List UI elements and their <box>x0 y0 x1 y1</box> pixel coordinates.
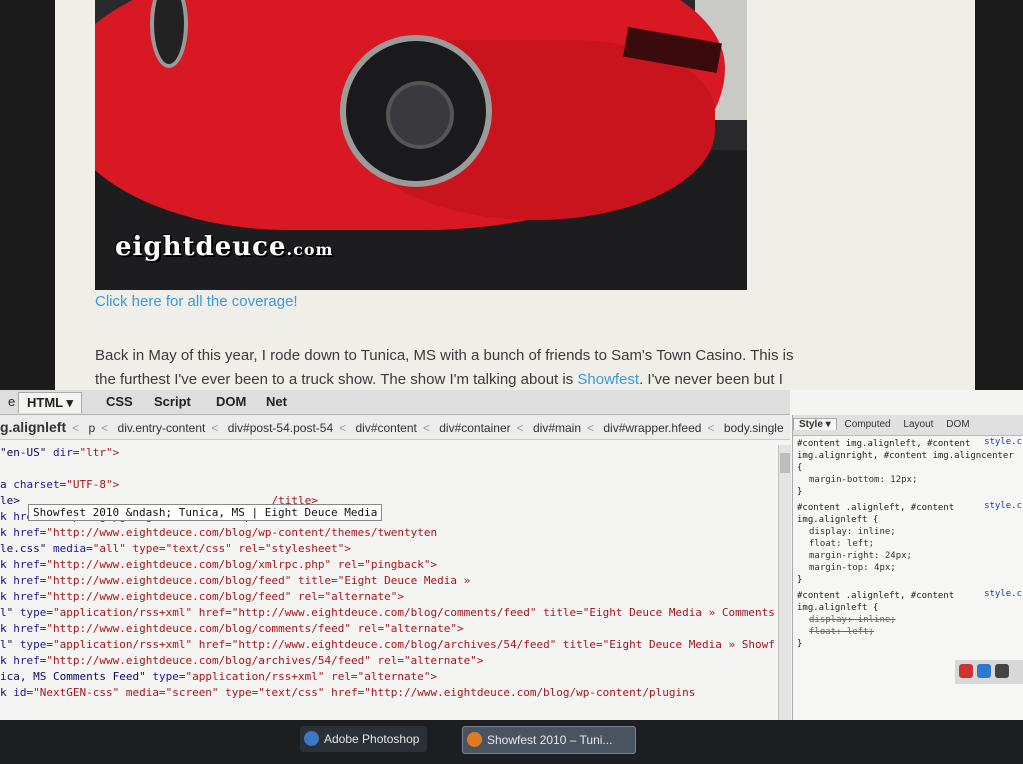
code-line[interactable]: k id="NextGEN-css" media="screen" type="… <box>0 685 775 701</box>
tab-layout[interactable]: Layout <box>898 419 938 430</box>
tab-net[interactable]: Net <box>258 392 295 412</box>
code-line[interactable]: l" type="application/rss+xml" href="http… <box>0 605 775 621</box>
firebug-panel: e HTML ▾ CSS Script DOM Net g.alignleft <… <box>0 390 1023 720</box>
rule-source-link[interactable]: style.c <box>984 500 1022 512</box>
webpage: eightdeuce.com Click here for all the co… <box>55 0 975 392</box>
code-line[interactable]: le.css" media="all" type="text/css" rel=… <box>0 541 775 557</box>
taskbar-item-photoshop[interactable]: Adobe Photoshop <box>300 726 428 752</box>
css-property[interactable]: margin-top: 4px; <box>797 562 1020 574</box>
code-line[interactable]: "en-US" dir="ltr"> <box>0 445 775 461</box>
css-property[interactable]: float: left; <box>797 626 1020 638</box>
code-line[interactable]: a charset="UTF-8"> <box>0 477 775 493</box>
code-line[interactable]: k href="http://www.eightdeuce.com/blog/c… <box>0 621 775 637</box>
html-scrollbar[interactable] <box>778 445 791 720</box>
tab-style-dom[interactable]: DOM <box>941 419 974 430</box>
code-line[interactable]: ica, MS Comments Feed" type="application… <box>0 669 775 685</box>
css-property[interactable]: float: left; <box>797 538 1020 550</box>
crumb-item[interactable]: div#post-54.post-54 <box>228 421 333 435</box>
code-line[interactable]: l" type="application/rss+xml" href="http… <box>0 637 775 653</box>
car-photo: eightdeuce.com <box>95 0 747 290</box>
wheel-image <box>340 35 492 187</box>
code-line[interactable]: k href="http://www.eightdeuce.com/blog/x… <box>0 557 775 573</box>
crumb-item[interactable]: p <box>88 421 95 435</box>
taskbar: Adobe Photoshop Showfest 2010 – Tuni... <box>0 720 1023 764</box>
crumb-item[interactable]: div.entry-content <box>118 421 206 435</box>
taskbar-item-firefox[interactable]: Showfest 2010 – Tuni... <box>462 726 636 754</box>
rule-source-link[interactable]: style.c <box>984 588 1022 600</box>
code-line[interactable]: k href="http://www.eightdeuce.com/blog/a… <box>0 653 775 669</box>
css-rule[interactable]: style.c #content .alignleft, #content img… <box>793 500 1023 588</box>
tray-icon[interactable] <box>959 664 973 678</box>
firebug-tabbar: e HTML ▾ CSS Script DOM Net <box>0 390 790 415</box>
watermark-logo: eightdeuce.com <box>115 232 334 262</box>
title-tooltip: Showfest 2010 &ndash; Tunica, MS | Eight… <box>28 504 383 521</box>
photoshop-icon <box>304 731 319 746</box>
crumb-item[interactable]: div#wrapper.hfeed <box>603 421 701 435</box>
tab-computed[interactable]: Computed <box>839 419 895 430</box>
css-rule[interactable]: style.c #content .alignleft, #content img… <box>793 588 1023 652</box>
firefox-icon <box>467 732 482 747</box>
css-rules-list: style.c #content img.alignleft, #content … <box>793 436 1023 652</box>
crumb-item[interactable]: div#main <box>533 421 581 435</box>
tab-html[interactable]: HTML ▾ <box>18 392 83 413</box>
tab-script[interactable]: Script <box>146 392 199 412</box>
css-property[interactable]: display: inline; <box>797 526 1020 538</box>
crumb-item[interactable]: div#container <box>439 421 510 435</box>
article-paragraph: Back in May of this year, I rode down to… <box>95 347 794 388</box>
coverage-link[interactable]: Click here for all the coverage! <box>95 293 298 310</box>
crumb-item[interactable]: div#content <box>355 421 416 435</box>
code-line[interactable]: k href="http://www.eightdeuce.com/blog/f… <box>0 573 775 589</box>
tab-style[interactable]: Style ▾ <box>793 418 837 430</box>
crumb-current[interactable]: g.alignleft <box>0 419 66 435</box>
css-rule[interactable]: style.c #content img.alignleft, #content … <box>793 436 1023 500</box>
rule-source-link[interactable]: style.c <box>984 436 1022 448</box>
crumb-item[interactable]: body.single <box>724 421 784 435</box>
tray-icon[interactable] <box>977 664 991 678</box>
tab-css[interactable]: CSS <box>98 392 141 412</box>
code-line[interactable] <box>0 461 775 477</box>
css-property[interactable]: margin-bottom: 12px; <box>797 474 1020 486</box>
system-tray <box>955 660 1023 684</box>
code-line[interactable]: k href="http://www.eightdeuce.com/blog/f… <box>0 589 775 605</box>
tray-icon[interactable] <box>995 664 1009 678</box>
css-property[interactable]: display: inline; <box>797 614 1020 626</box>
html-source-view[interactable]: "en-US" dir="ltr"> a charset="UTF-8"> le> … <box>0 445 775 720</box>
breadcrumb: g.alignleft < p < div.entry-content < div#p… <box>0 415 790 440</box>
code-line[interactable]: k href="http://www.eightdeuce.com/blog/w… <box>0 525 775 541</box>
style-tabbar: Style ▾ Computed Layout DOM <box>793 415 1023 436</box>
showfest-link[interactable]: Showfest <box>577 371 639 388</box>
css-property[interactable]: margin-right: 24px; <box>797 550 1020 562</box>
tab-dom[interactable]: DOM <box>208 392 254 412</box>
